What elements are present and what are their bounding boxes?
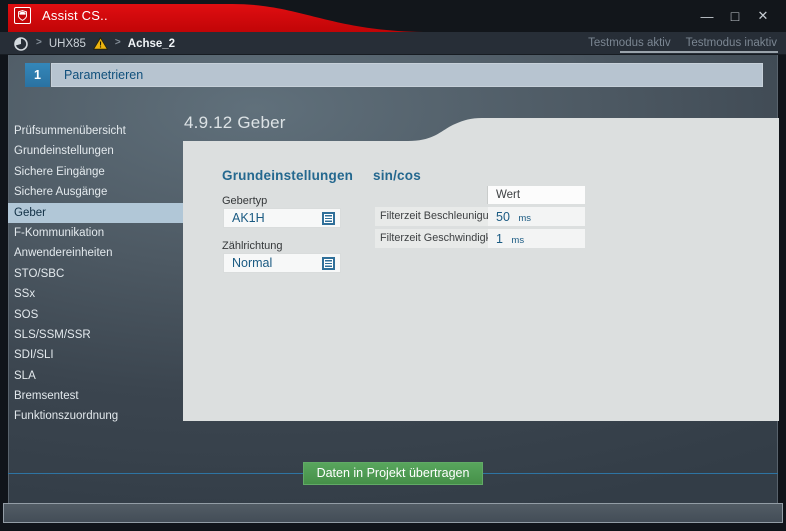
field-label-zaehlrichtung: Zählrichtung — [222, 240, 283, 252]
table-header-wert: Wert — [488, 186, 585, 204]
sidebar-item-sichere-eingaenge[interactable]: Sichere Eingänge — [8, 162, 183, 182]
maximize-icon[interactable]: □ — [724, 6, 746, 26]
minimize-icon[interactable]: — — [696, 6, 718, 26]
svg-text:!: ! — [99, 40, 102, 50]
section-title-sincos: sin/cos — [373, 168, 421, 183]
value-number: 50 — [496, 210, 510, 224]
sidebar-item-sdi-sli[interactable]: SDI/SLI — [8, 345, 183, 365]
filterzeit-geschwindigkeit-value-field[interactable]: 1 ms — [488, 229, 585, 248]
sidebar-nav: Prüfsummenübersicht Grundeinstellungen S… — [8, 121, 183, 427]
breadcrumb: > UHX85 ! > Achse_2 — [13, 32, 175, 55]
testmodus-switch: Testmodus aktiv Testmodus inaktiv — [588, 32, 777, 53]
window-title: Assist CS.. — [42, 8, 108, 23]
value-number: 1 — [496, 232, 503, 246]
project-device-icon[interactable] — [13, 36, 29, 52]
gebertyp-select[interactable]: AK1H — [223, 208, 341, 228]
sidebar-item-funktionszuordnung[interactable]: Funktionszuordnung — [8, 406, 183, 426]
window-controls: — □ ✕ — [696, 6, 774, 26]
sidebar-item-pruefsummenuebersicht[interactable]: Prüfsummenübersicht — [8, 121, 183, 141]
row-label-filterzeit-geschwindigkeit: Filterzeit Geschwindigkeit — [375, 229, 502, 248]
sidebar-item-sichere-ausgaenge[interactable]: Sichere Ausgänge — [8, 182, 183, 202]
warning-triangle-icon: ! — [92, 37, 108, 50]
value-unit: ms — [511, 235, 525, 246]
sidebar-item-sla[interactable]: SLA — [8, 366, 183, 386]
filterzeit-beschleunigung-value-field[interactable]: 50 ms — [488, 207, 585, 226]
dropdown-list-icon[interactable] — [322, 211, 335, 225]
chevron-right-icon: > — [36, 37, 42, 48]
tab-parametrieren[interactable]: Parametrieren — [51, 63, 763, 87]
sidebar-item-sls-ssm-ssr[interactable]: SLS/SSM/SSR — [8, 325, 183, 345]
sidebar-item-ssx[interactable]: SSx — [8, 284, 183, 304]
testmodus-inaktiv-label[interactable]: Testmodus inaktiv — [686, 37, 777, 49]
titlebar-red-swoosh — [8, 4, 430, 32]
content-panel: Grundeinstellungen Gebertyp AK1H Zählric… — [183, 118, 779, 421]
zaehlrichtung-value: Normal — [232, 256, 273, 270]
section-title-grundeinstellungen: Grundeinstellungen — [222, 168, 354, 183]
sidebar-item-sos[interactable]: SOS — [8, 305, 183, 325]
testmodus-aktiv-label[interactable]: Testmodus aktiv — [588, 37, 670, 49]
step-number-badge: 1 — [25, 63, 50, 87]
row-label-filterzeit-beschleunigung: Filterzeit Beschleunigung — [375, 207, 501, 226]
chevron-right-icon: > — [114, 37, 121, 48]
sidebar-item-geber[interactable]: Geber — [8, 202, 183, 223]
app-logo-shield-icon — [14, 7, 31, 24]
table-row: Filterzeit Geschwindigkeit 1 ms — [375, 229, 585, 248]
sidebar-item-grundeinstellungen[interactable]: Grundeinstellungen — [8, 141, 183, 161]
field-label-gebertyp: Gebertyp — [222, 195, 268, 207]
breadcrumb-axis[interactable]: Achse_2 — [128, 38, 175, 50]
gebertyp-value: AK1H — [232, 211, 265, 225]
app-window: Assist CS.. — □ ✕ > UHX85 ! > Achse_2 Te… — [0, 0, 786, 531]
status-bar — [3, 503, 783, 523]
table-header-row: Wert — [375, 186, 585, 204]
title-bar: Assist CS.. — □ ✕ — [0, 0, 786, 32]
sidebar-item-bremsentest[interactable]: Bremsentest — [8, 386, 183, 406]
table-header-empty-cell — [375, 186, 488, 204]
value-unit: ms — [518, 213, 532, 224]
zaehlrichtung-select[interactable]: Normal — [223, 253, 341, 273]
breadcrumb-device[interactable]: UHX85 — [49, 38, 86, 50]
sidebar-item-sto-sbc[interactable]: STO/SBC — [8, 264, 183, 284]
tab-label: Parametrieren — [64, 68, 144, 82]
sidebar-item-f-kommunikation[interactable]: F-Kommunikation — [8, 223, 183, 243]
sidebar-item-anwendereinheiten[interactable]: Anwendereinheiten — [8, 243, 183, 263]
close-icon[interactable]: ✕ — [752, 6, 774, 26]
transfer-to-project-button[interactable]: Daten in Projekt übertragen — [303, 462, 483, 485]
table-row: Filterzeit Beschleunigung 50 ms — [375, 207, 585, 226]
testmodus-underline — [620, 51, 778, 53]
dropdown-list-icon[interactable] — [322, 256, 335, 270]
sincos-table: Wert Filterzeit Beschleunigung 50 ms Fil… — [375, 186, 585, 248]
